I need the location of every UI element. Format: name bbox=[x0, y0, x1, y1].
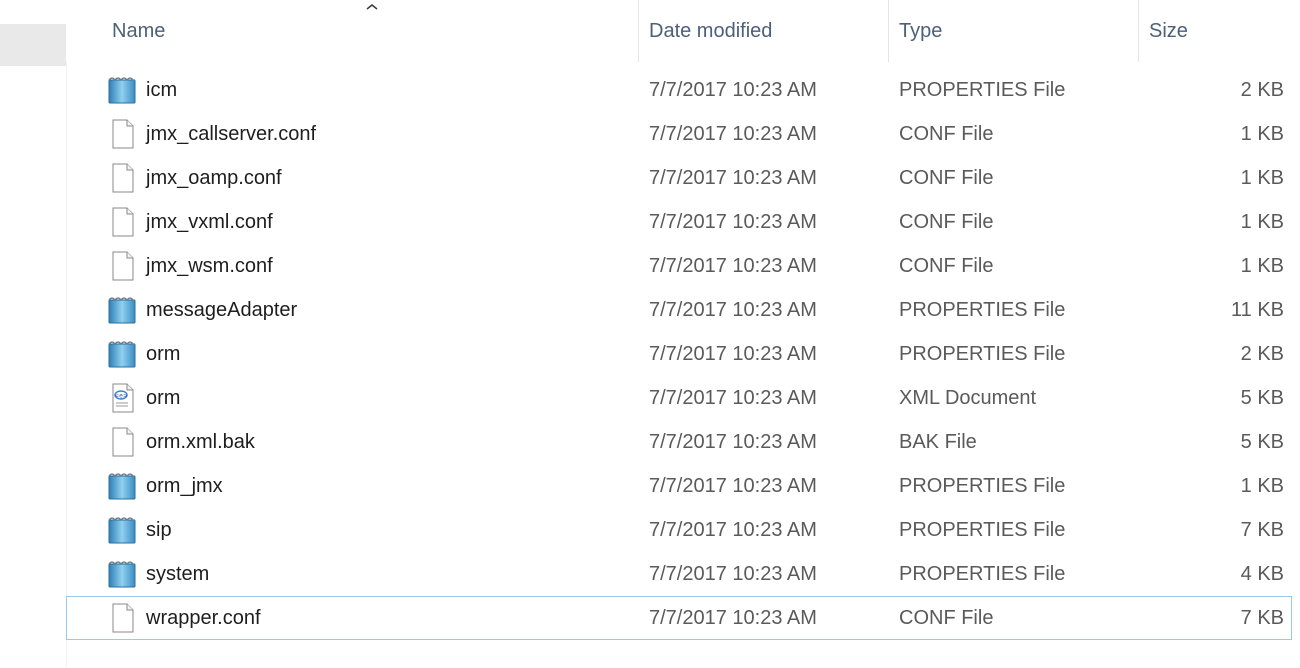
column-header-date-modified[interactable]: Date modified bbox=[638, 0, 888, 62]
file-name: messageAdapter bbox=[146, 299, 298, 321]
file-date-modified: 7/7/2017 10:23 AM bbox=[649, 255, 817, 277]
blank-file-icon bbox=[106, 119, 138, 149]
file-type: PROPERTIES File bbox=[899, 343, 1066, 365]
file-size: 2 KB bbox=[1240, 343, 1284, 365]
file-type: XML Document bbox=[899, 387, 1037, 409]
column-header-type[interactable]: Type bbox=[888, 0, 1138, 62]
blank-file-icon bbox=[106, 251, 138, 281]
file-row[interactable]: wrapper.conf 7/7/2017 10:23 AM CONF File 7 … bbox=[66, 596, 1292, 640]
column-header-row: Name Date modified Type Size bbox=[66, 0, 1300, 62]
column-header-size[interactable]: Size bbox=[1138, 0, 1300, 62]
file-size: 1 KB bbox=[1240, 211, 1284, 233]
file-type: PROPERTIES File bbox=[899, 299, 1066, 321]
file-size: 7 KB bbox=[1240, 519, 1284, 541]
file-size: 1 KB bbox=[1240, 475, 1284, 497]
file-row[interactable]: system 7/7/2017 10:23 AM PROPERTIES File 4 … bbox=[66, 552, 1292, 596]
properties-file-icon bbox=[106, 339, 138, 369]
file-date-modified: 7/7/2017 10:23 AM bbox=[649, 211, 817, 233]
file-size: 2 KB bbox=[1240, 79, 1284, 101]
file-type: CONF File bbox=[899, 607, 994, 629]
file-name: orm.xml.bak bbox=[146, 431, 255, 453]
properties-file-icon bbox=[106, 75, 138, 105]
file-name: orm bbox=[146, 387, 181, 409]
properties-file-icon bbox=[106, 559, 138, 589]
properties-file-icon bbox=[106, 471, 138, 501]
file-size: 1 KB bbox=[1240, 255, 1284, 277]
file-date-modified: 7/7/2017 10:23 AM bbox=[649, 79, 817, 101]
file-name: jmx_callserver.conf bbox=[146, 123, 317, 145]
file-name: sip bbox=[146, 519, 172, 541]
file-date-modified: 7/7/2017 10:23 AM bbox=[649, 167, 817, 189]
file-row[interactable]: jmx_wsm.conf 7/7/2017 10:23 AM CONF File 1 … bbox=[66, 244, 1292, 288]
file-type: PROPERTIES File bbox=[899, 563, 1066, 585]
file-name: system bbox=[146, 563, 210, 585]
file-date-modified: 7/7/2017 10:23 AM bbox=[649, 563, 817, 585]
file-type: BAK File bbox=[899, 431, 977, 453]
navigation-pane-selected-item[interactable] bbox=[0, 24, 66, 66]
properties-file-icon bbox=[106, 295, 138, 325]
file-size: 7 KB bbox=[1240, 607, 1284, 629]
file-size: 11 KB bbox=[1231, 299, 1284, 321]
file-date-modified: 7/7/2017 10:23 AM bbox=[649, 607, 817, 629]
blank-file-icon bbox=[106, 163, 138, 193]
file-row[interactable]: messageAdapter 7/7/2017 10:23 AM PROPERTIE… bbox=[66, 288, 1292, 332]
file-date-modified: 7/7/2017 10:23 AM bbox=[649, 519, 817, 541]
file-name: orm_jmx bbox=[146, 475, 223, 497]
file-row[interactable]: jmx_vxml.conf 7/7/2017 10:23 AM CONF File 1… bbox=[66, 200, 1292, 244]
file-size: 1 KB bbox=[1240, 123, 1284, 145]
file-name: icm bbox=[146, 79, 178, 101]
file-row[interactable]: jmx_callserver.conf 7/7/2017 10:23 AM CONF… bbox=[66, 112, 1292, 156]
file-size: 1 KB bbox=[1240, 167, 1284, 189]
file-size: 5 KB bbox=[1240, 387, 1284, 409]
file-type: CONF File bbox=[899, 255, 994, 277]
properties-file-icon bbox=[106, 515, 138, 545]
file-row[interactable]: jmx_oamp.conf 7/7/2017 10:23 AM CONF File 1… bbox=[66, 156, 1292, 200]
file-type: CONF File bbox=[899, 123, 994, 145]
file-date-modified: 7/7/2017 10:23 AM bbox=[649, 299, 817, 321]
blank-file-icon bbox=[106, 603, 138, 633]
file-row[interactable]: orm 7/7/2017 10:23 AM PROPERTIES File 2 KB bbox=[66, 332, 1292, 376]
file-date-modified: 7/7/2017 10:23 AM bbox=[649, 343, 817, 365]
file-type: PROPERTIES File bbox=[899, 79, 1066, 101]
navigation-pane bbox=[0, 0, 67, 668]
file-type: CONF File bbox=[899, 167, 994, 189]
file-row[interactable]: sip 7/7/2017 10:23 AM PROPERTIES File 7 KB bbox=[66, 508, 1292, 552]
file-name: jmx_wsm.conf bbox=[146, 255, 273, 277]
file-list: icm 7/7/2017 10:23 AM PROPERTIES File 2 KB j… bbox=[66, 68, 1300, 640]
file-name: wrapper.conf bbox=[146, 607, 261, 629]
xml-document-icon: <e> bbox=[106, 383, 138, 413]
file-type: CONF File bbox=[899, 211, 994, 233]
file-explorer-window: Name Date modified Type Size icm 7/7/2017… bbox=[0, 0, 1300, 668]
blank-file-icon bbox=[106, 207, 138, 237]
file-date-modified: 7/7/2017 10:23 AM bbox=[649, 431, 817, 453]
file-type: PROPERTIES File bbox=[899, 475, 1066, 497]
file-size: 5 KB bbox=[1240, 431, 1284, 453]
file-name: jmx_oamp.conf bbox=[146, 167, 282, 189]
file-name: jmx_vxml.conf bbox=[146, 211, 273, 233]
file-size: 4 KB bbox=[1240, 563, 1284, 585]
file-type: PROPERTIES File bbox=[899, 519, 1066, 541]
file-row[interactable]: orm_jmx 7/7/2017 10:23 AM PROPERTIES File 1… bbox=[66, 464, 1292, 508]
file-row[interactable]: <e> orm 7/7/2017 10:23 AM XML Document 5 KB bbox=[66, 376, 1292, 420]
blank-file-icon bbox=[106, 427, 138, 457]
file-name: orm bbox=[146, 343, 181, 365]
svg-text:<e>: <e> bbox=[114, 393, 128, 400]
column-header-name[interactable]: Name bbox=[102, 0, 638, 62]
file-date-modified: 7/7/2017 10:23 AM bbox=[649, 387, 817, 409]
file-date-modified: 7/7/2017 10:23 AM bbox=[649, 475, 817, 497]
file-row[interactable]: icm 7/7/2017 10:23 AM PROPERTIES File 2 KB bbox=[66, 68, 1292, 112]
file-date-modified: 7/7/2017 10:23 AM bbox=[649, 123, 817, 145]
file-row[interactable]: orm.xml.bak 7/7/2017 10:23 AM BAK File 5 KB bbox=[66, 420, 1292, 464]
